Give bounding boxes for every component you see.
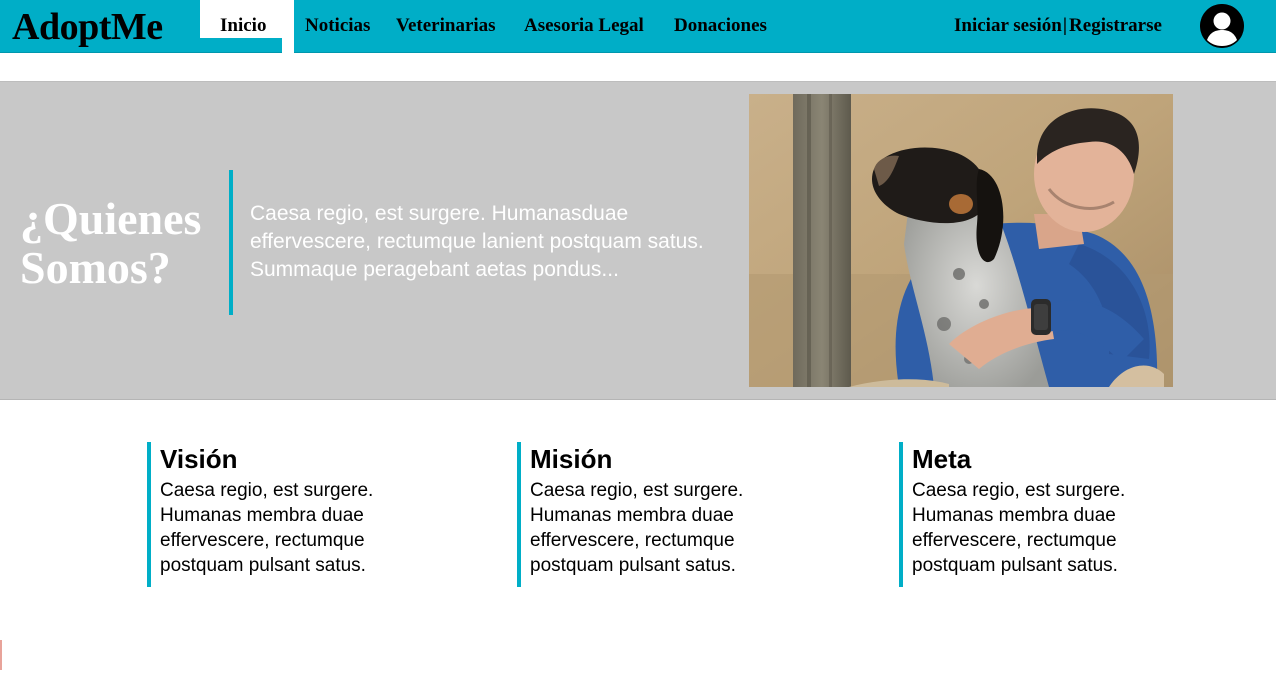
vision-card: Visión Caesa regio, est surgere. Humanas… — [147, 442, 397, 587]
nav-item-donaciones[interactable]: Donaciones — [674, 14, 767, 38]
auth-links: Iniciar sesión| Registrarse — [954, 14, 1162, 38]
nav-item-asesoria-legal[interactable]: Asesoria Legal — [524, 14, 644, 38]
nav-item-inicio[interactable]: Inicio — [220, 14, 266, 38]
hero-divider — [229, 170, 233, 315]
auth-separator: | — [1062, 15, 1068, 36]
meta-text: Caesa regio, est surgere. Humanas membra… — [912, 480, 1126, 576]
photo-illustration — [749, 94, 1173, 387]
edge-mark — [0, 640, 2, 670]
meta-title: Meta — [912, 444, 972, 474]
active-tab-background-cap — [282, 38, 294, 53]
nav-item-veterinarias[interactable]: Veterinarias — [396, 14, 496, 38]
register-link[interactable]: Registrarse — [1069, 15, 1162, 36]
user-silhouette-icon — [1200, 4, 1244, 48]
vision-title: Visión — [160, 444, 238, 474]
man-hugging-dog-photo — [749, 94, 1173, 387]
meta-card: Meta Caesa regio, est surgere. Humanas m… — [899, 442, 1149, 587]
logo[interactable]: AdoptMe — [12, 5, 163, 49]
nav-item-noticias[interactable]: Noticias — [305, 14, 370, 38]
hero-text: Caesa regio, est surgere. Humanasduae ef… — [250, 202, 704, 281]
mision-card: Misión Caesa regio, est surgere. Humanas… — [517, 442, 767, 587]
about-hero: ¿Quienes Somos? Caesa regio, est surgere… — [0, 81, 1276, 400]
hero-title: ¿Quienes Somos? — [20, 193, 202, 293]
mision-title: Misión — [530, 444, 613, 474]
navbar: AdoptMe Inicio Noticias Veterinarias Ase… — [0, 0, 1276, 53]
vision-text: Caesa regio, est surgere. Humanas membra… — [160, 480, 374, 576]
user-avatar-icon[interactable] — [1200, 4, 1244, 48]
login-link[interactable]: Iniciar sesión — [954, 15, 1062, 36]
mision-text: Caesa regio, est surgere. Humanas membra… — [530, 480, 744, 576]
